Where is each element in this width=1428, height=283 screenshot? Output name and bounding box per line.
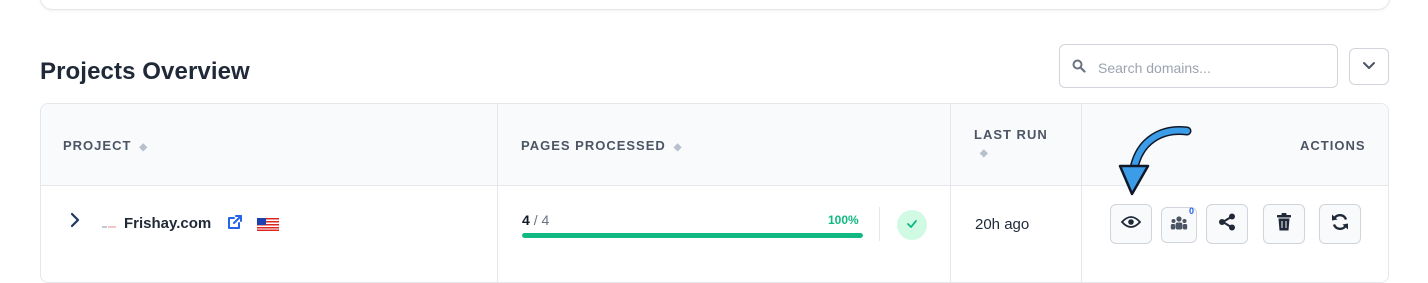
- collaborators-count-badge: 0: [1188, 206, 1194, 216]
- column-header-label: LAST RUN: [974, 127, 1048, 142]
- pages-total-value: / 4: [533, 212, 550, 228]
- collaborators-button[interactable]: 0: [1161, 206, 1197, 243]
- share-icon: [1218, 213, 1236, 236]
- sort-icon: ◆: [980, 148, 988, 159]
- expand-chevron-icon[interactable]: [69, 212, 81, 233]
- pages-processed-count: 4 / 4: [522, 212, 549, 228]
- trash-icon: [1277, 212, 1291, 236]
- column-header-label: PROJECT: [63, 138, 132, 153]
- search-icon: [1072, 59, 1086, 78]
- check-icon: [906, 216, 918, 234]
- search-input[interactable]: [1096, 55, 1330, 81]
- eye-icon: [1120, 215, 1142, 234]
- status-complete-badge: [897, 210, 927, 240]
- column-divider: [497, 104, 498, 282]
- progress-bar-fill: [522, 233, 863, 238]
- share-button[interactable]: [1206, 204, 1248, 244]
- pages-done-value: 4: [522, 212, 530, 228]
- sort-icon: ◆: [673, 142, 682, 153]
- top-card: [40, 0, 1390, 10]
- sort-icon: ◆: [139, 142, 148, 153]
- us-flag-icon: [256, 217, 280, 236]
- cell-divider: [879, 207, 880, 241]
- project-name[interactable]: Frishay.com: [124, 215, 211, 232]
- column-divider: [1081, 104, 1082, 282]
- column-header-label: PAGES PROCESSED: [521, 138, 666, 153]
- column-header-label: ACTIONS: [1300, 138, 1366, 153]
- users-icon: [1170, 215, 1188, 236]
- delete-button[interactable]: [1263, 204, 1305, 244]
- column-header-pages-processed[interactable]: PAGES PROCESSED ◆: [521, 104, 682, 185]
- site-favicon-icon: [101, 218, 117, 236]
- refresh-icon: [1330, 212, 1350, 237]
- chevron-down-icon: [1362, 58, 1376, 76]
- last-run-value: 20h ago: [975, 216, 1030, 233]
- search-box[interactable]: [1059, 44, 1338, 88]
- column-header-last-run[interactable]: LAST RUN ◆: [974, 104, 1084, 185]
- progress-bar: [522, 233, 863, 238]
- options-dropdown-button[interactable]: [1349, 48, 1389, 85]
- rerun-button[interactable]: [1319, 204, 1361, 244]
- progress-percent: 100%: [828, 213, 859, 227]
- column-header-project[interactable]: PROJECT ◆: [63, 104, 147, 185]
- view-button[interactable]: [1110, 204, 1152, 244]
- pointer-arrow-icon: [1118, 126, 1192, 196]
- page-title: Projects Overview: [40, 58, 250, 85]
- column-header-actions: ACTIONS: [1300, 104, 1366, 185]
- external-link-icon[interactable]: [227, 214, 243, 235]
- column-divider: [950, 104, 951, 282]
